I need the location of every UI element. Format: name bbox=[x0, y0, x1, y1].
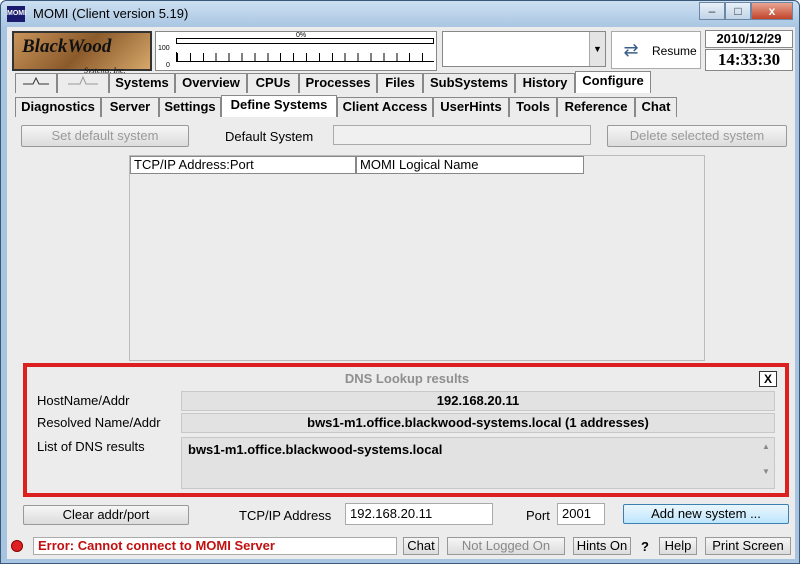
dns-panel-title: DNS Lookup results bbox=[344, 371, 470, 386]
minimize-button[interactable]: – bbox=[699, 2, 725, 20]
dns-results-label: List of DNS results bbox=[37, 439, 145, 454]
default-system-field[interactable] bbox=[333, 125, 591, 145]
subtab-tools[interactable]: Tools bbox=[509, 97, 557, 117]
configure-subtabs: Diagnostics Server Settings Define Syste… bbox=[7, 95, 795, 117]
tcpip-address-input[interactable]: 192.168.20.11 bbox=[345, 503, 493, 525]
tcpip-address-label: TCP/IP Address bbox=[239, 508, 332, 523]
subtab-diagnostics[interactable]: Diagnostics bbox=[15, 97, 101, 117]
resolved-name-value: bws1-m1.office.blackwood-systems.local (… bbox=[181, 413, 775, 433]
subtab-client-access[interactable]: Client Access bbox=[337, 97, 433, 117]
app-window: MOMI MOMI (Client version 5.19) – □ x Bl… bbox=[0, 0, 800, 564]
main-tabs: Systems Overview CPUs Processes Files Su… bbox=[7, 71, 795, 93]
resume-label: Resume bbox=[652, 44, 697, 58]
tab-subsystems[interactable]: SubSystems bbox=[423, 73, 515, 93]
subtab-reference[interactable]: Reference bbox=[557, 97, 635, 117]
logo-text: BlackWood bbox=[22, 36, 112, 57]
meter-ticks bbox=[176, 52, 434, 62]
port-label: Port bbox=[526, 508, 550, 523]
subtab-chat[interactable]: Chat bbox=[635, 97, 677, 117]
set-default-system-button[interactable]: Set default system bbox=[21, 125, 189, 147]
close-icon[interactable]: X bbox=[759, 371, 777, 387]
close-window-button[interactable]: x bbox=[751, 2, 793, 20]
blackwood-logo: BlackWood Systems, Inc. bbox=[12, 31, 152, 75]
date-display: 2010/12/29 bbox=[705, 30, 793, 48]
tab-systems[interactable]: Systems bbox=[109, 73, 175, 93]
maximize-button[interactable]: □ bbox=[725, 2, 751, 20]
scroll-up-icon[interactable]: ▲ bbox=[758, 442, 774, 451]
tab-files[interactable]: Files bbox=[377, 73, 423, 93]
system-select[interactable]: ▼ bbox=[442, 31, 606, 67]
dns-lookup-panel: DNS Lookup results X HostName/Addr 192.1… bbox=[23, 363, 789, 497]
dns-results-list[interactable]: bws1-m1.office.blackwood-systems.local ▲… bbox=[181, 437, 775, 489]
column-header-address[interactable]: TCP/IP Address:Port bbox=[130, 156, 356, 174]
subtab-server[interactable]: Server bbox=[101, 97, 159, 117]
login-status[interactable]: Not Logged On bbox=[447, 537, 565, 555]
subtab-userhints[interactable]: UserHints bbox=[433, 97, 509, 117]
delete-selected-system-button[interactable]: Delete selected system bbox=[607, 125, 787, 147]
add-new-system-button[interactable]: Add new system ... bbox=[623, 504, 789, 524]
port-input[interactable]: 2001 bbox=[557, 503, 605, 525]
systems-list[interactable]: TCP/IP Address:Port MOMI Logical Name bbox=[129, 155, 705, 361]
pulse-flat-icon[interactable] bbox=[57, 73, 109, 93]
print-screen-button[interactable]: Print Screen bbox=[705, 537, 791, 555]
tab-overview[interactable]: Overview bbox=[175, 73, 247, 93]
chevron-down-icon[interactable]: ▼ bbox=[589, 32, 605, 66]
activity-meter: 0% 100 0 bbox=[155, 31, 437, 71]
default-system-label: Default System bbox=[225, 129, 314, 144]
time-display: 14:33:30 bbox=[705, 49, 793, 71]
window-title: MOMI (Client version 5.19) bbox=[33, 6, 189, 21]
hostname-value: 192.168.20.11 bbox=[181, 391, 775, 411]
header-toolbar: BlackWood Systems, Inc. 0% 100 0 ▼ ⇄ Resu… bbox=[7, 27, 795, 75]
resume-button[interactable]: ⇄ Resume bbox=[611, 31, 701, 69]
clear-addr-port-button[interactable]: Clear addr/port bbox=[23, 505, 189, 525]
client-area: BlackWood Systems, Inc. 0% 100 0 ▼ ⇄ Resu… bbox=[7, 27, 795, 559]
resolved-name-label: Resolved Name/Addr bbox=[37, 415, 161, 430]
hostname-label: HostName/Addr bbox=[37, 393, 130, 408]
chat-button[interactable]: Chat bbox=[403, 537, 439, 555]
error-message: Error: Cannot connect to MOMI Server bbox=[33, 537, 397, 555]
network-computers-icon: ⇄ bbox=[623, 40, 639, 60]
dns-results-scrollbar[interactable]: ▲ ▼ bbox=[758, 438, 774, 488]
momi-app-icon[interactable]: MOMI bbox=[7, 6, 26, 22]
meter-label-100: 100 bbox=[158, 45, 170, 52]
meter-label-0: 0 bbox=[166, 62, 170, 69]
scroll-down-icon[interactable]: ▼ bbox=[758, 467, 774, 476]
tab-configure[interactable]: Configure bbox=[575, 71, 651, 93]
pulse-icon[interactable] bbox=[15, 73, 57, 93]
help-question-icon[interactable]: ? bbox=[641, 539, 649, 554]
error-status-icon bbox=[11, 540, 23, 552]
subtab-define-systems[interactable]: Define Systems bbox=[221, 95, 337, 117]
hints-toggle-button[interactable]: Hints On bbox=[573, 537, 631, 555]
help-button[interactable]: Help bbox=[659, 537, 697, 555]
status-bar: Error: Cannot connect to MOMI Server Cha… bbox=[7, 535, 795, 557]
dns-result-item[interactable]: bws1-m1.office.blackwood-systems.local bbox=[188, 442, 442, 457]
subtab-settings[interactable]: Settings bbox=[159, 97, 221, 117]
tab-cpus[interactable]: CPUs bbox=[247, 73, 299, 93]
column-header-logical-name[interactable]: MOMI Logical Name bbox=[356, 156, 584, 174]
tab-processes[interactable]: Processes bbox=[299, 73, 377, 93]
tab-history[interactable]: History bbox=[515, 73, 575, 93]
meter-bar bbox=[176, 38, 434, 44]
title-bar[interactable]: MOMI MOMI (Client version 5.19) – □ x bbox=[1, 1, 799, 27]
